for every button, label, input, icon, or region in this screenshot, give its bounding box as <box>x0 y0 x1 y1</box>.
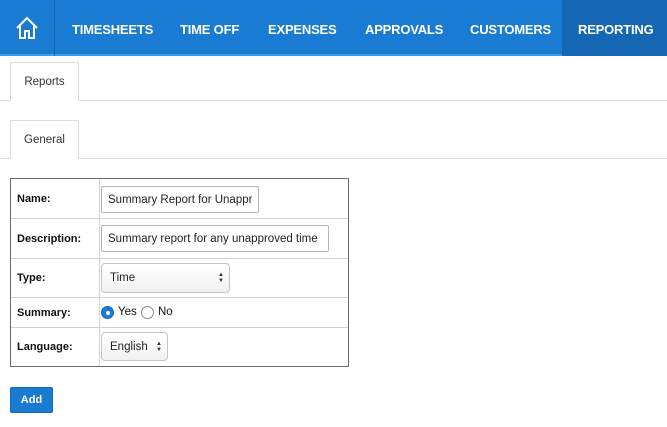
description-input[interactable] <box>101 225 329 252</box>
add-button[interactable]: Add <box>10 387 53 413</box>
nav-customers[interactable]: CUSTOMERS <box>470 0 551 56</box>
nav-expenses[interactable]: EXPENSES <box>268 0 337 56</box>
select-arrows-icon: ▲ ▼ <box>156 340 162 353</box>
reports-tab-bar: Reports <box>0 62 667 101</box>
nav-reporting[interactable]: REPORTING <box>562 0 667 56</box>
language-cell: English ▲ ▼ <box>101 328 348 366</box>
language-select[interactable]: English ▲ ▼ <box>101 332 168 361</box>
tab-general[interactable]: General <box>10 120 79 159</box>
type-cell: Time ▲ ▼ <box>101 259 348 297</box>
nav-timesheets[interactable]: TIMESHEETS <box>72 0 153 56</box>
type-select[interactable]: Time ▲ ▼ <box>101 263 230 293</box>
type-label: Type: <box>11 259 100 297</box>
form-row-summary: Summary: Yes No <box>11 298 348 328</box>
description-cell <box>101 219 348 258</box>
summary-yes-radio[interactable] <box>101 306 114 319</box>
language-select-value: English <box>110 340 148 353</box>
summary-no-radio[interactable] <box>141 306 154 319</box>
name-cell <box>101 179 348 218</box>
type-select-value: Time <box>110 272 136 284</box>
summary-no-label: No <box>158 306 173 318</box>
summary-label: Summary: <box>11 298 100 327</box>
language-label: Language: <box>11 328 100 366</box>
tab-reports[interactable]: Reports <box>10 62 79 101</box>
form-row-language: Language: English ▲ ▼ <box>11 328 348 366</box>
house-icon <box>16 16 38 39</box>
home-button[interactable] <box>0 0 55 56</box>
form-row-type: Type: Time ▲ ▼ <box>11 259 348 298</box>
form-row-description: Description: <box>11 219 348 259</box>
top-navigation: TIMESHEETS TIME OFF EXPENSES APPROVALS C… <box>0 0 667 56</box>
nav-time-off[interactable]: TIME OFF <box>180 0 239 56</box>
form-row-name: Name: <box>11 179 348 219</box>
summary-yes-label: Yes <box>118 306 137 318</box>
select-arrows-icon: ▲ ▼ <box>218 272 224 284</box>
general-tab-bar: General <box>0 120 667 159</box>
nav-approvals[interactable]: APPROVALS <box>365 0 443 56</box>
description-label: Description: <box>11 219 100 258</box>
name-input[interactable] <box>101 186 259 213</box>
summary-cell: Yes No <box>101 298 348 327</box>
report-form: Name: Description: Type: Time ▲▼ Summary… <box>10 178 349 367</box>
name-label: Name: <box>11 179 100 218</box>
